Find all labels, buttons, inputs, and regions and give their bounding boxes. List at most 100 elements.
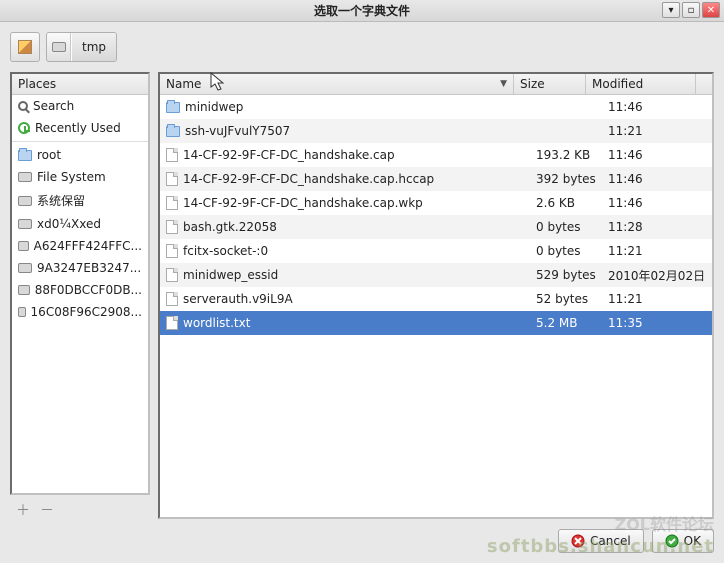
sidebar-item-label: A624FFF424FFC... xyxy=(34,239,142,253)
sidebar-item[interactable]: xd0¼Xxed xyxy=(12,213,148,235)
sidebar-item-label: 88F0DBCCF0DB... xyxy=(35,283,142,297)
sidebar-item[interactable]: root xyxy=(12,144,148,166)
file-name-cell: bash.gtk.22058 xyxy=(160,220,530,234)
sidebar-item[interactable]: A624FFF424FFC... xyxy=(12,235,148,257)
places-panel: Places Search Recently Used root File Syst… xyxy=(10,72,150,495)
file-size-cell: 0 bytes xyxy=(530,220,602,234)
file-icon xyxy=(166,316,178,330)
file-modified-cell: 11:21 xyxy=(602,244,712,258)
file-icon xyxy=(166,268,178,282)
folder-icon xyxy=(166,102,180,113)
places-header[interactable]: Places xyxy=(12,74,148,95)
file-icon xyxy=(166,292,178,306)
file-name-cell: 14-CF-92-9F-CF-DC_handshake.cap.wkp xyxy=(160,196,530,210)
file-icon xyxy=(166,244,178,258)
file-icon xyxy=(166,220,178,234)
places-toolbar: ＋ － xyxy=(10,495,150,519)
drive-icon xyxy=(18,241,29,251)
drive-icon xyxy=(18,285,30,295)
file-icon xyxy=(166,172,178,186)
breadcrumb-segment[interactable]: tmp xyxy=(71,33,116,61)
file-row[interactable]: 14-CF-92-9F-CF-DC_handshake.cap193.2 KB1… xyxy=(160,143,712,167)
file-size-cell: 392 bytes xyxy=(530,172,602,186)
file-size-cell: 2.6 KB xyxy=(530,196,602,210)
drive-icon xyxy=(18,172,32,182)
ok-icon xyxy=(665,534,679,548)
sidebar-item[interactable]: 16C08F96C2908... xyxy=(12,301,148,323)
column-header-modified[interactable]: Modified xyxy=(586,74,696,94)
file-row[interactable]: minidwep11:46 xyxy=(160,95,712,119)
file-name-cell: fcitx-socket-:0 xyxy=(160,244,530,258)
sidebar-item[interactable]: File System xyxy=(12,166,148,188)
sidebar-item-label: 16C08F96C2908... xyxy=(31,305,142,319)
sidebar-item-label: Recently Used xyxy=(35,121,121,135)
file-row[interactable]: fcitx-socket-:00 bytes11:21 xyxy=(160,239,712,263)
file-row[interactable]: bash.gtk.220580 bytes11:28 xyxy=(160,215,712,239)
file-modified-cell: 11:21 xyxy=(602,292,712,306)
sort-indicator-icon: ▼ xyxy=(500,79,507,89)
path-breadcrumb: tmp xyxy=(46,32,117,62)
file-name-cell: wordlist.txt xyxy=(160,316,530,330)
file-name-cell: 14-CF-92-9F-CF-DC_handshake.cap xyxy=(160,148,530,162)
file-modified-cell: 11:21 xyxy=(602,124,712,138)
maximize-button[interactable]: ▫ xyxy=(682,2,700,18)
file-row[interactable]: wordlist.txt5.2 MB11:35 xyxy=(160,311,712,335)
folder-icon xyxy=(166,126,180,137)
window-controls: ▾ ▫ ✕ xyxy=(662,2,720,18)
ok-button[interactable]: OK xyxy=(652,529,714,553)
file-name-cell: serverauth.v9iL9A xyxy=(160,292,530,306)
file-size-cell: 5.2 MB xyxy=(530,316,602,330)
dialog-footer: Cancel OK xyxy=(10,519,714,553)
sidebar-item[interactable]: Recently Used xyxy=(12,117,148,139)
file-icon xyxy=(166,196,178,210)
file-row[interactable]: ssh-vuJFvulY750711:21 xyxy=(160,119,712,143)
sidebar-item-label: root xyxy=(37,148,61,162)
file-row[interactable]: minidwep_essid529 bytes2010年02月02日 xyxy=(160,263,712,287)
file-name-cell: minidwep_essid xyxy=(160,268,530,282)
cancel-icon xyxy=(571,534,585,548)
edit-path-button[interactable] xyxy=(10,32,40,62)
remove-bookmark-button[interactable]: － xyxy=(38,501,56,519)
sidebar-item-label: xd0¼Xxed xyxy=(37,217,101,231)
ok-label: OK xyxy=(684,534,701,548)
drive-icon xyxy=(18,196,32,206)
close-button[interactable]: ✕ xyxy=(702,2,720,18)
file-list-header: Name ▼ Size Modified xyxy=(160,74,712,95)
cancel-button[interactable]: Cancel xyxy=(558,529,644,553)
file-row[interactable]: serverauth.v9iL9A52 bytes11:21 xyxy=(160,287,712,311)
search-icon xyxy=(18,101,28,111)
file-icon xyxy=(166,148,178,162)
file-row[interactable]: 14-CF-92-9F-CF-DC_handshake.cap.wkp2.6 K… xyxy=(160,191,712,215)
minimize-button[interactable]: ▾ xyxy=(662,2,680,18)
sidebar-item[interactable]: 9A3247EB3247... xyxy=(12,257,148,279)
column-header-scroll xyxy=(696,74,712,94)
file-size-cell: 52 bytes xyxy=(530,292,602,306)
file-size-cell: 193.2 KB xyxy=(530,148,602,162)
sidebar-item[interactable]: 88F0DBCCF0DB... xyxy=(12,279,148,301)
file-modified-cell: 11:28 xyxy=(602,220,712,234)
file-size-cell: 529 bytes xyxy=(530,268,602,282)
drive-icon xyxy=(18,219,32,229)
column-header-name[interactable]: Name ▼ xyxy=(160,74,514,94)
file-row[interactable]: 14-CF-92-9F-CF-DC_handshake.cap.hccap392… xyxy=(160,167,712,191)
file-modified-cell: 2010年02月02日 xyxy=(602,267,712,284)
folder-icon xyxy=(18,150,32,161)
places-separator xyxy=(12,141,148,142)
dialog-body: tmp Places Search Recently Used root File … xyxy=(0,22,724,563)
recent-icon xyxy=(18,122,30,134)
titlebar: 选取一个字典文件 ▾ ▫ ✕ xyxy=(0,0,724,22)
cancel-label: Cancel xyxy=(590,534,631,548)
column-header-size[interactable]: Size xyxy=(514,74,586,94)
sidebar-item-label: 系统保留 xyxy=(37,192,85,209)
drive-icon[interactable] xyxy=(47,33,71,61)
file-modified-cell: 11:35 xyxy=(602,316,712,330)
file-modified-cell: 11:46 xyxy=(602,148,712,162)
sidebar-item-label: 9A3247EB3247... xyxy=(37,261,141,275)
add-bookmark-button[interactable]: ＋ xyxy=(14,501,32,519)
sidebar-item[interactable]: Search xyxy=(12,95,148,117)
file-size-cell: 0 bytes xyxy=(530,244,602,258)
file-name-cell: 14-CF-92-9F-CF-DC_handshake.cap.hccap xyxy=(160,172,530,186)
file-list-body[interactable]: minidwep11:46ssh-vuJFvulY750711:2114-CF-… xyxy=(160,95,712,517)
file-modified-cell: 11:46 xyxy=(602,196,712,210)
sidebar-item[interactable]: 系统保留 xyxy=(12,188,148,213)
